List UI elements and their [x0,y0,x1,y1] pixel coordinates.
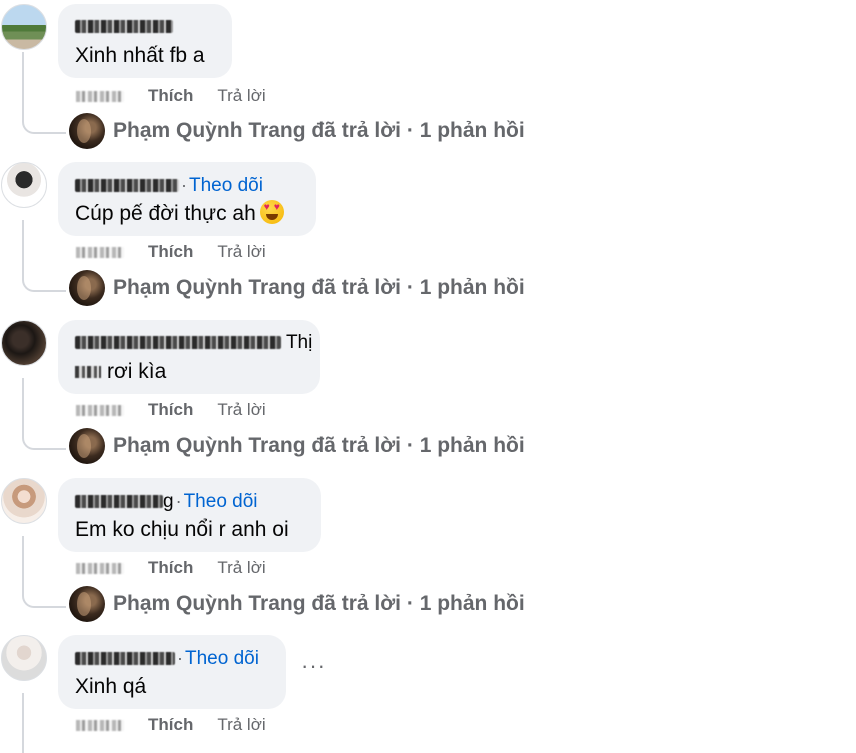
reply-action: đã trả lời [311,434,401,457]
author-name-blurred[interactable] [75,179,179,193]
thread-connector [22,120,66,134]
avatar[interactable] [1,478,47,524]
comment-actions: Thích Trả lời [76,715,266,735]
comment-text: Cúp pế đời thực ah [75,200,299,228]
reply-action: đã trả lời [311,592,401,615]
more-options-icon[interactable]: ··· [301,653,326,679]
reply-button[interactable]: Trả lời [217,715,265,734]
avatar[interactable] [1,635,47,681]
reply-author-avatar [69,113,105,149]
comment-bubble: · Theo dõi Cúp pế đời thực ah [58,162,316,236]
comment-actions: Thích Trả lời [76,86,266,106]
like-button[interactable]: Thích [148,400,193,419]
avatar[interactable] [1,4,47,50]
reply-author: Phạm Quỳnh Trang [113,119,306,142]
reply-count: 1 phản hồi [419,592,525,615]
like-button[interactable]: Thích [148,715,193,734]
reply-summary[interactable]: Phạm Quỳnh Trang đã trả lời · 1 phản hồi [113,117,525,145]
reply-summary[interactable]: Phạm Quỳnh Trang đã trả lời · 1 phản hồi [113,432,525,460]
heart-eyes-emoji-icon [259,200,284,224]
comment-bubble: g · Theo dõi Em ko chịu nổi r anh oi [58,478,321,552]
comment-actions: Thích Trả lời [76,400,266,420]
thread-line [22,378,24,438]
reply-summary[interactable]: Phạm Quỳnh Trang đã trả lời · 1 phản hồi [113,274,525,302]
reply-button[interactable]: Trả lời [217,242,265,261]
timestamp-blurred[interactable] [76,563,124,575]
author-name-blurred[interactable] [75,336,281,350]
reply-button[interactable]: Trả lời [217,400,265,419]
author-name-blurred[interactable] [75,20,173,34]
follow-button[interactable]: Theo dõi [184,491,258,512]
reply-count: 1 phản hồi [419,434,525,457]
comment-author[interactable]: · Theo dõi [75,173,299,197]
thread-line [22,220,24,280]
reply-action: đã trả lời [311,119,401,142]
reply-author-avatar [69,270,105,306]
author-name-blurred[interactable] [75,495,163,509]
reply-count: 1 phản hồi [419,276,525,299]
follow-button[interactable]: Theo dõi [185,648,259,669]
author-name-tail[interactable]: Thị [286,332,312,353]
reply-sep: · [406,119,414,142]
comment-text: Xinh qá [75,675,147,698]
comment-actions: Thích Trả lời [76,242,266,262]
timestamp-blurred[interactable] [76,405,124,417]
comment-author[interactable]: · Theo dõi [75,646,269,670]
like-button[interactable]: Thích [148,242,193,261]
avatar[interactable] [1,162,47,208]
reply-author: Phạm Quỳnh Trang [113,592,306,615]
comment-bubble: · Theo dõi Xinh qá [58,635,286,709]
comment-text: Xinh nhất fb a [75,44,205,67]
reply-sep: · [406,276,414,299]
author-name-blurred[interactable] [75,652,175,666]
reply-count: 1 phản hồi [419,119,525,142]
comment-actions: Thích Trả lời [76,558,266,578]
reply-author: Phạm Quỳnh Trang [113,434,306,457]
thread-line [22,693,24,753]
comment-author[interactable]: g · Theo dõi [75,489,304,513]
timestamp-blurred[interactable] [76,91,124,103]
comment-author[interactable] [75,15,215,39]
text-blurred [75,366,101,379]
comment-text: rơi kìa [75,358,303,386]
thread-line [22,52,24,122]
thread-connector [22,594,66,608]
reply-button[interactable]: Trả lời [217,558,265,577]
comment-bubble: Xinh nhất fb a [58,4,232,78]
comment-author[interactable]: Thị [75,331,312,355]
comment-text: Em ko chịu nổi r anh oi [75,518,289,541]
author-name-tail: g [163,491,174,512]
thread-connector [22,436,66,450]
reply-author-avatar [69,428,105,464]
thread-line [22,536,24,596]
like-button[interactable]: Thích [148,558,193,577]
like-button[interactable]: Thích [148,86,193,105]
timestamp-blurred[interactable] [76,720,124,732]
follow-button[interactable]: Theo dõi [189,175,263,196]
reply-summary[interactable]: Phạm Quỳnh Trang đã trả lời · 1 phản hồi [113,590,525,618]
comment-bubble: Thị rơi kìa [58,320,320,394]
reply-button[interactable]: Trả lời [217,86,265,105]
reply-sep: · [406,592,414,615]
thread-connector [22,278,66,292]
reply-author-avatar [69,586,105,622]
avatar[interactable] [1,320,47,366]
reply-sep: · [406,434,414,457]
timestamp-blurred[interactable] [76,247,124,259]
reply-author: Phạm Quỳnh Trang [113,276,306,299]
reply-action: đã trả lời [311,276,401,299]
